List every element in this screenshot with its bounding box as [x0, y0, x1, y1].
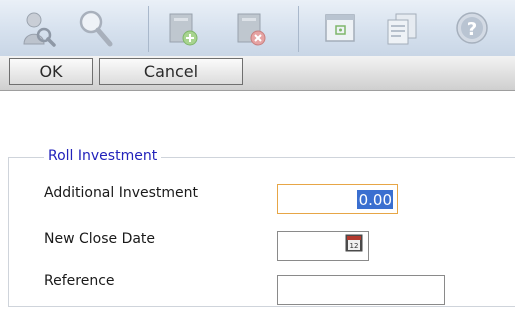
calendar-icon[interactable]: 12: [345, 234, 363, 252]
cancel-button[interactable]: Cancel: [99, 58, 243, 85]
additional-investment-value: 0.00: [356, 189, 393, 209]
toolbar-separator: [148, 6, 149, 52]
magnifier-icon[interactable]: [74, 6, 118, 50]
svg-text:?: ?: [467, 19, 477, 40]
reference-label: Reference: [44, 273, 115, 289]
toolbar: ?: [0, 0, 515, 57]
fieldset-legend: Roll Investment: [44, 148, 162, 164]
delete-document-icon[interactable]: [228, 6, 272, 50]
toolbar-separator: [298, 6, 299, 52]
document-list-icon[interactable]: [380, 6, 424, 50]
new-close-date-label: New Close Date: [44, 231, 156, 247]
open-window-icon[interactable]: [318, 6, 362, 50]
additional-investment-label: Additional Investment: [44, 185, 199, 201]
additional-investment-input[interactable]: 0.00: [277, 184, 398, 214]
ok-button[interactable]: OK: [9, 58, 93, 85]
svg-text:12: 12: [350, 242, 359, 250]
reference-input[interactable]: [277, 275, 445, 305]
search-user-icon[interactable]: [16, 6, 60, 50]
add-document-icon[interactable]: [160, 6, 204, 50]
help-icon[interactable]: ?: [450, 6, 494, 50]
action-bar: OK Cancel: [0, 56, 515, 91]
